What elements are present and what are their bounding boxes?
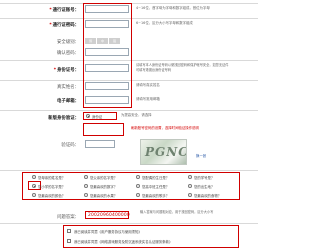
question-option[interactable]: 您的出生地？ <box>194 184 214 189</box>
answer-input[interactable]: 20020960400000 <box>85 211 130 219</box>
verify-method-hint: 为提高安全，请选择 <box>121 113 152 117</box>
separator <box>0 170 258 171</box>
question-radio[interactable] <box>84 184 88 188</box>
password-label: *通行证密码： <box>49 23 79 28</box>
captcha-text: PGNCI <box>145 145 186 159</box>
verify-method-radio[interactable] <box>86 114 90 118</box>
question-option[interactable]: 您最喜欢的歌手？ <box>142 193 169 198</box>
verify-code-label: 验证码： <box>61 143 79 148</box>
question-radio[interactable] <box>32 193 36 197</box>
question-radio[interactable] <box>84 175 88 179</box>
verify-code-hint: 刷新账号密码的设置，选择时间验证操作说明 <box>131 126 199 130</box>
answer-hint: 输入答案与问题相对应，用于找回密码，区分大小写 <box>140 210 214 214</box>
email-label: 电子邮箱： <box>57 99 79 104</box>
id-number-hint: 请填写本人身份证号码以便找回密码和保护帐号安全，如您无证件可填写港澳台身份证号码 <box>136 63 229 72</box>
security-level-label: 安全级别： <box>57 40 79 45</box>
highlight-top-inputs <box>83 3 132 108</box>
question-radio[interactable] <box>188 184 192 188</box>
question-option[interactable]: 您父亲的名字是？ <box>90 175 117 180</box>
question-option[interactable]: 您的学号是？ <box>194 175 214 180</box>
verify-code-input[interactable] <box>85 140 115 148</box>
question-radio[interactable] <box>136 193 140 197</box>
agreement-text-1[interactable]: 我已阅读并同意《用户服务协议与使用须知》 <box>74 229 142 234</box>
captcha-image[interactable]: PGNCI <box>140 139 187 165</box>
confirm-password-label: 确认密码： <box>57 51 79 56</box>
question-radio[interactable] <box>136 175 140 179</box>
question-option[interactable]: 您小学的名字是？ <box>38 184 65 189</box>
separator <box>0 110 258 111</box>
question-option[interactable]: 您最喜欢的颜色？ <box>38 193 65 198</box>
id-number-label: *身份证号： <box>53 68 79 73</box>
question-radio-selected[interactable] <box>32 184 36 188</box>
question-option[interactable]: 您最喜欢的食物？ <box>194 193 221 198</box>
pass-number-label: *通行证账号： <box>49 8 79 13</box>
question-option[interactable]: 您高中班主任是？ <box>142 184 169 189</box>
answer-value: 20020960400000 <box>88 213 130 218</box>
separator <box>0 223 258 224</box>
question-radio[interactable] <box>188 193 192 197</box>
agreement-checkbox-2[interactable] <box>67 239 71 243</box>
agreement-text-2[interactable]: 我已阅读并同意《网络游戏服务及防沉迷系统实名认证服务条款》 <box>74 239 172 244</box>
verify-method-option: 身份证 <box>92 115 103 119</box>
verify-method-select[interactable]: 身份证 <box>83 112 117 120</box>
real-name-label: 真实姓名： <box>57 85 79 90</box>
password-hint: 6~16位，区分大小写字母和数字组成 <box>136 21 193 25</box>
real-name-hint: 请填写真实姓名 <box>136 83 160 87</box>
highlight-verify-code <box>83 123 124 136</box>
question-option[interactable]: 您母亲的姓名是？ <box>38 175 65 180</box>
question-option[interactable]: 您最喜欢的数字？ <box>90 184 117 189</box>
answer-label: 问题答案： <box>57 215 79 220</box>
pass-number-hint: 4~16位，首字母为字母和数字组成，首位为字母 <box>136 6 210 10</box>
email-hint: 请填写常用邮箱 <box>136 97 160 101</box>
question-radio[interactable] <box>84 193 88 197</box>
question-radio[interactable] <box>32 175 36 179</box>
captcha-refresh-link[interactable]: 换一张 <box>196 154 206 159</box>
question-radio[interactable] <box>136 184 140 188</box>
question-radio[interactable] <box>188 175 192 179</box>
verify-method-label: 新版身份验证： <box>48 116 79 121</box>
question-option[interactable]: 您配偶的生日是？ <box>142 175 169 180</box>
agreement-checkbox-1[interactable] <box>67 229 71 233</box>
question-option[interactable]: 您最喜欢的水果？ <box>90 193 117 198</box>
